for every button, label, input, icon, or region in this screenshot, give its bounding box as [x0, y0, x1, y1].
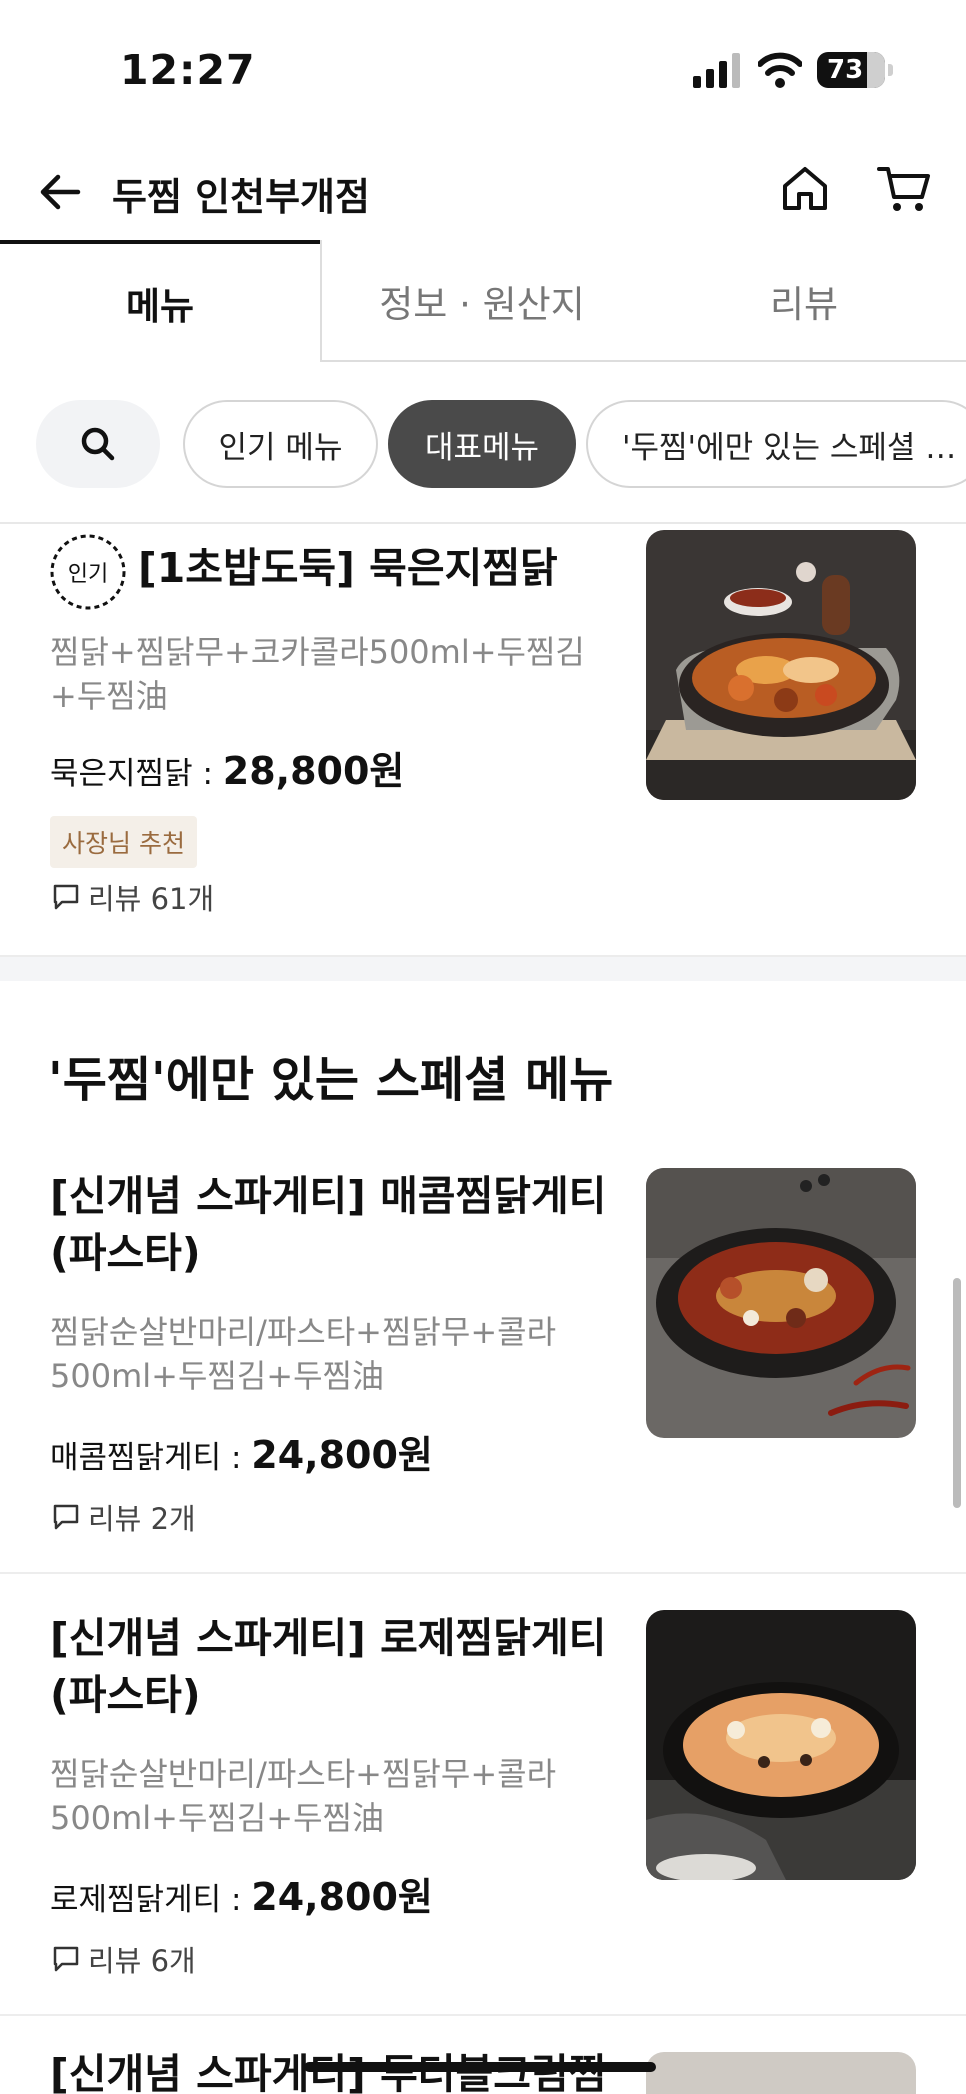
braised-kimchi-chicken-image — [646, 530, 916, 800]
rose-chicken-pasta-image — [646, 1610, 916, 1880]
section-title: '두찜'에만 있는 스페셜 메뉴 — [48, 1052, 614, 1108]
home-indicator[interactable] — [304, 2062, 656, 2072]
status-time: 12:27 — [120, 46, 256, 94]
chip-special-menu[interactable]: '두찜'에만 있는 스페셜 … — [586, 400, 966, 488]
comment-icon — [53, 1946, 79, 1972]
menu-item-price-label: 로제찜닭게티 : — [50, 1882, 252, 1918]
tab-bar: 메뉴 정보 · 원산지 리뷰 — [0, 240, 966, 362]
menu-item-desc: 찜닭순살반마리/파스타+찜닭무+콜라500ml+두찜김+두찜油 — [50, 1755, 557, 1837]
row-separator — [0, 1572, 966, 1574]
chip-popular-menu[interactable]: 인기 메뉴 — [183, 400, 378, 488]
menu-item-image[interactable] — [646, 2052, 916, 2094]
menu-item-image[interactable] — [646, 1168, 916, 1438]
popular-badge-label: 인기 — [67, 562, 109, 587]
menu-item-name[interactable]: [신개념 스파게티] 매콤찜닭게티(파스타) — [50, 1168, 630, 1282]
battery-indicator: 73 — [817, 52, 885, 88]
section-spacer — [0, 955, 966, 981]
featured-item-reviews[interactable]: 리뷰 61개 — [52, 876, 214, 918]
cart-icon[interactable] — [876, 164, 932, 214]
featured-item-desc: 찜닭+찜닭무+코카콜라500ml+두찜김+두찜油 — [50, 633, 585, 715]
menu-item-reviews-label: 리뷰 2개 — [88, 1502, 196, 1536]
menu-item-reviews[interactable]: 리뷰 6개 — [52, 1938, 196, 1980]
tab-reviews[interactable]: 리뷰 — [642, 240, 966, 362]
menu-item-desc: 찜닭순살반마리/파스타+찜닭무+콜라500ml+두찜김+두찜油 — [50, 1313, 557, 1395]
menu-item-image[interactable] — [646, 1610, 916, 1880]
menu-item-price-value: 24,800원 — [251, 1433, 433, 1477]
wifi-icon — [758, 52, 802, 88]
comment-icon — [53, 884, 79, 910]
menu-item-reviews-label: 리뷰 6개 — [88, 1944, 196, 1978]
tab-info-origin[interactable]: 정보 · 원산지 — [322, 240, 642, 362]
comment-icon — [53, 1504, 79, 1530]
home-icon[interactable] — [780, 164, 830, 214]
featured-item-name[interactable]: [1초밥도둑] 묵은지찜닭 — [138, 540, 618, 597]
featured-item-image[interactable] — [646, 530, 916, 800]
featured-item-reviews-label: 리뷰 61개 — [88, 882, 215, 916]
store-title: 두찜 인천부개점 — [112, 175, 370, 219]
back-arrow-icon[interactable] — [36, 168, 84, 216]
scrollbar[interactable] — [953, 1278, 961, 1508]
cellular-signal-icon — [693, 53, 740, 88]
featured-item-price: 묵은지찜닭 : 28,800원 — [50, 740, 404, 795]
menu-item-price-value: 24,800원 — [251, 1875, 433, 1919]
popular-badge: 인기 — [46, 530, 130, 618]
battery-level: 73 — [827, 55, 864, 85]
search-icon — [81, 427, 115, 461]
menu-search-button[interactable] — [36, 400, 160, 488]
chip-signature-menu[interactable]: 대표메뉴 — [388, 400, 576, 488]
featured-item-price-label: 묵은지찜닭 : — [50, 756, 223, 792]
menu-item-price: 매콤찜닭게티 : 24,800원 — [50, 1424, 433, 1479]
menu-item-price-label: 매콤찜닭게티 : — [50, 1440, 252, 1476]
menu-item-price: 로제찜닭게티 : 24,800원 — [50, 1866, 433, 1921]
spicy-chicken-pasta-image — [646, 1168, 916, 1438]
chips-divider — [0, 522, 966, 524]
battery-tip — [888, 64, 893, 76]
owner-recommend-badge: 사장님 추천 — [50, 816, 197, 868]
featured-item-price-value: 28,800원 — [222, 749, 405, 793]
tab-menu[interactable]: 메뉴 — [0, 240, 320, 362]
menu-item-reviews[interactable]: 리뷰 2개 — [52, 1496, 196, 1538]
row-separator — [0, 2014, 966, 2016]
menu-item-name[interactable]: [신개념 스파게티] 로제찜닭게티(파스타) — [50, 1610, 630, 1724]
